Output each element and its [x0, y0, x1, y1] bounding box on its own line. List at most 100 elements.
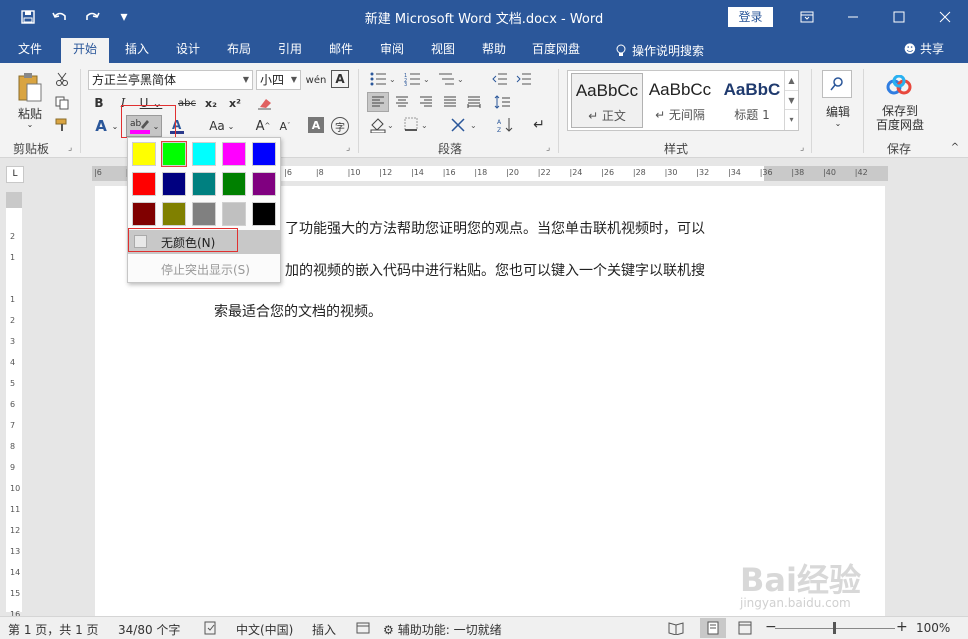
highlight-color-swatch[interactable] — [222, 172, 246, 196]
paragraph-dialog-launcher-icon[interactable]: ⌟ — [546, 143, 550, 153]
read-mode-icon[interactable] — [668, 621, 684, 638]
font-name-combo[interactable]: 方正兰亭黑简体 ▼ — [88, 70, 253, 90]
gallery-scroll[interactable]: ▲ ▼ ▾ — [784, 71, 798, 130]
chevron-down-icon[interactable]: ⌄ — [110, 119, 120, 133]
decrease-indent-icon[interactable] — [490, 70, 510, 88]
highlight-color-swatch[interactable] — [132, 172, 156, 196]
tab-mailings[interactable]: 邮件 — [317, 38, 365, 63]
save-to-baidu-line2[interactable]: 百度网盘 — [872, 117, 928, 132]
tab-design[interactable]: 设计 — [164, 38, 212, 63]
signin-button[interactable]: 登录 — [728, 7, 773, 27]
font-size-combo[interactable]: 小四 ▼ — [256, 70, 301, 90]
find-icon[interactable] — [822, 70, 852, 98]
show-formatting-marks-icon[interactable]: ↵ — [530, 115, 548, 135]
chinese-layout-icon[interactable]: ⌄ — [448, 115, 482, 135]
collapse-ribbon-icon[interactable]: ^ — [948, 141, 962, 153]
highlight-color-swatch[interactable] — [132, 202, 156, 226]
strikethrough-icon[interactable]: abc — [177, 94, 197, 112]
text-effects-icon[interactable]: A — [92, 117, 110, 135]
page-count[interactable]: 第 1 页，共 1 页 — [8, 621, 99, 638]
numbering-icon[interactable]: 1 2 3 ⌄ — [402, 70, 432, 88]
subscript-icon[interactable]: x₂ — [203, 94, 219, 112]
styles-dialog-launcher-icon[interactable]: ⌟ — [800, 143, 804, 153]
editing-dropdown-icon[interactable]: ⌄ — [832, 117, 844, 129]
zoom-in-icon[interactable]: + — [896, 619, 908, 635]
align-left-icon[interactable] — [367, 92, 389, 112]
clear-formatting-icon[interactable] — [255, 94, 275, 112]
language[interactable]: 中文(中国) — [236, 621, 293, 638]
minimize-icon[interactable] — [830, 0, 876, 33]
zoom-level[interactable]: 100% — [916, 621, 950, 635]
stop-highlighting-option[interactable]: 停止突出显示(S) — [161, 261, 250, 278]
bold-icon[interactable]: B — [91, 94, 107, 112]
baidu-netdisk-icon[interactable] — [885, 73, 913, 99]
superscript-icon[interactable]: x² — [227, 94, 243, 112]
shading-icon[interactable]: ⌄ — [368, 115, 396, 135]
highlight-color-swatch[interactable] — [252, 142, 276, 166]
web-layout-icon[interactable] — [738, 621, 752, 638]
sort-icon[interactable]: AZ — [494, 115, 518, 135]
highlight-color-swatch[interactable] — [161, 141, 187, 167]
highlight-color-swatch[interactable] — [192, 172, 216, 196]
highlight-color-swatch[interactable] — [192, 142, 216, 166]
chevron-down-icon[interactable]: ⌄ — [226, 119, 236, 133]
tab-references[interactable]: 引用 — [266, 38, 314, 63]
enclose-characters-icon[interactable]: 字 — [331, 117, 349, 135]
proofing-icon[interactable] — [204, 621, 218, 638]
tell-me-search[interactable]: 操作说明搜索 — [604, 38, 716, 63]
highlight-color-swatch[interactable] — [162, 172, 186, 196]
highlight-color-swatch[interactable] — [222, 202, 246, 226]
character-border-icon[interactable]: A — [331, 70, 349, 88]
bullets-icon[interactable]: ⌄ — [368, 70, 398, 88]
share-button[interactable]: ☻ 共享 — [904, 40, 944, 57]
style-normal[interactable]: AaBbCc ↵ 正文 — [571, 73, 643, 128]
highlight-color-swatch[interactable] — [252, 172, 276, 196]
tab-help[interactable]: 帮助 — [470, 38, 518, 63]
macro-icon[interactable] — [356, 621, 370, 638]
paste-dropdown-icon[interactable]: ⌄ — [24, 119, 36, 129]
cut-icon[interactable] — [53, 70, 71, 88]
zoom-out-icon[interactable]: − — [765, 619, 777, 635]
scroll-down-icon[interactable]: ▼ — [785, 90, 798, 109]
increase-indent-icon[interactable] — [514, 70, 534, 88]
tab-selector[interactable]: L — [6, 166, 24, 183]
tab-baidu-netdisk[interactable]: 百度网盘 — [520, 38, 592, 63]
highlight-color-swatch[interactable] — [132, 142, 156, 166]
borders-icon[interactable]: ⌄ — [402, 115, 430, 135]
highlight-color-swatch[interactable] — [162, 202, 186, 226]
highlight-color-swatch[interactable] — [192, 202, 216, 226]
line-spacing-icon[interactable] — [492, 92, 518, 112]
style-no-spacing[interactable]: AaBbCc ↵ 无间隔 — [644, 73, 716, 128]
clipboard-dialog-launcher-icon[interactable]: ⌟ — [68, 143, 72, 153]
maximize-icon[interactable] — [876, 0, 922, 33]
align-right-icon[interactable] — [416, 92, 436, 112]
scroll-up-icon[interactable]: ▲ — [785, 71, 798, 90]
multilevel-list-icon[interactable]: ⌄ — [436, 70, 466, 88]
paste-icon[interactable] — [14, 69, 46, 105]
insert-mode[interactable]: 插入 — [312, 621, 336, 638]
close-icon[interactable] — [922, 0, 968, 33]
ribbon-display-options-icon[interactable] — [784, 0, 830, 33]
format-painter-icon[interactable] — [53, 116, 71, 134]
vertical-ruler[interactable]: 211234567891011121314151617 — [6, 192, 22, 639]
copy-icon[interactable] — [53, 94, 71, 112]
align-center-icon[interactable] — [392, 92, 412, 112]
accessibility-status[interactable]: ⚙ 辅助功能: 一切就绪 — [383, 621, 502, 638]
tab-insert[interactable]: 插入 — [113, 38, 161, 63]
tab-review[interactable]: 审阅 — [368, 38, 416, 63]
print-layout-icon[interactable] — [700, 618, 726, 638]
shrink-font-icon[interactable]: Aˇ — [276, 117, 294, 135]
justify-icon[interactable] — [440, 92, 460, 112]
tab-file[interactable]: 文件 — [6, 38, 54, 63]
distributed-icon[interactable] — [464, 92, 484, 112]
character-shading-icon[interactable]: A — [308, 117, 324, 133]
word-count[interactable]: 34/80 个字 — [118, 621, 180, 638]
phonetic-guide-icon[interactable]: wén — [306, 70, 327, 90]
grow-font-icon[interactable]: A ^ — [254, 117, 272, 135]
highlight-color-swatch[interactable] — [252, 202, 276, 226]
style-heading-1[interactable]: AaBbC 标题 1 — [716, 73, 788, 128]
tab-view[interactable]: 视图 — [419, 38, 467, 63]
more-styles-icon[interactable]: ▾ — [785, 109, 798, 128]
change-case-icon[interactable]: Aa — [206, 117, 228, 135]
highlight-color-swatch[interactable] — [222, 142, 246, 166]
